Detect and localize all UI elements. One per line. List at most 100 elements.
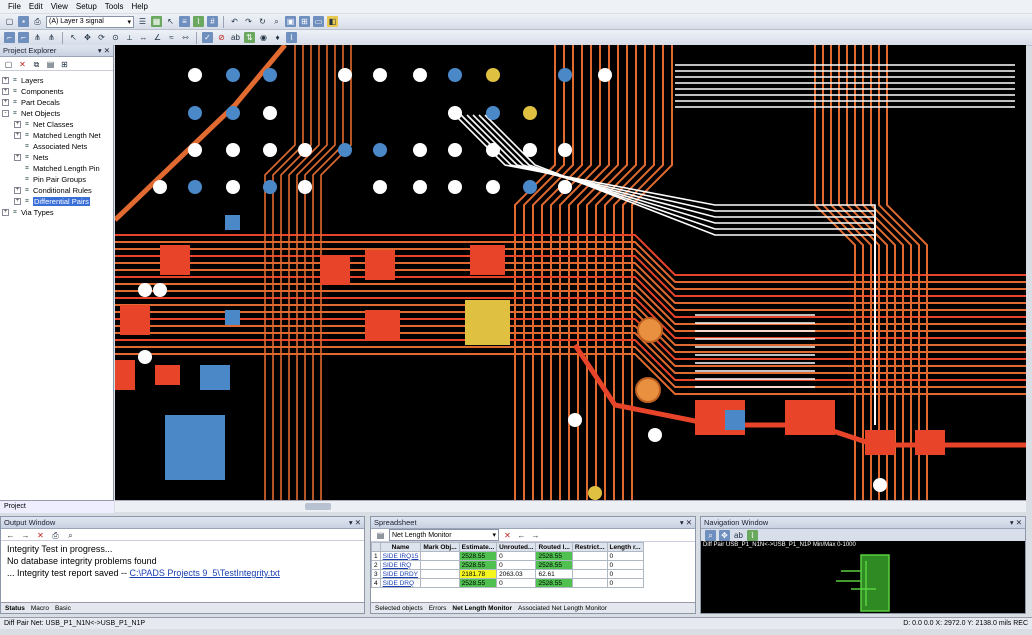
- window-icon[interactable]: ▭: [313, 16, 324, 27]
- expander-icon[interactable]: +: [14, 154, 21, 161]
- table-row[interactable]: 3 SIDE DRDY 2181.78 2063.03 62.61 0: [371, 569, 644, 579]
- column-header[interactable]: Routed l...: [535, 542, 573, 552]
- delete-icon[interactable]: ✕: [502, 530, 513, 541]
- menu-setup[interactable]: Setup: [76, 2, 97, 11]
- layer-pair-icon[interactable]: ⇅: [244, 32, 255, 43]
- column-header[interactable]: Unrouted...: [496, 542, 537, 552]
- palette-icon[interactable]: ◧: [327, 16, 338, 27]
- add-via-icon[interactable]: ⊙: [110, 32, 121, 43]
- view-extents-icon[interactable]: ⊞: [299, 16, 310, 27]
- column-header[interactable]: Restrict...: [571, 542, 608, 552]
- tree-item[interactable]: + ⌗ Layers: [2, 75, 111, 86]
- bus-route-icon[interactable]: ⋔: [32, 32, 43, 43]
- table-row[interactable]: 1 SIDE IRQ15 2528.55 0 2528.55 0: [371, 551, 644, 561]
- miter-icon[interactable]: ∠: [152, 32, 163, 43]
- view-board-icon[interactable]: ▣: [285, 16, 296, 27]
- tab-spreadsheet[interactable]: Net Length Monitor: [452, 605, 512, 612]
- tree-item[interactable]: + ⌗ Via Types: [2, 207, 111, 218]
- menu-view[interactable]: View: [51, 2, 68, 11]
- sheet-icon[interactable]: ▤: [375, 530, 386, 541]
- undo-icon[interactable]: ↶: [229, 16, 240, 27]
- table-cell[interactable]: [571, 560, 608, 570]
- tree-item[interactable]: ⌗ Matched Length Pin: [2, 163, 111, 174]
- tree-item[interactable]: + ⌗ Part Decals: [2, 97, 111, 108]
- column-header[interactable]: Name: [379, 542, 422, 552]
- delete-icon[interactable]: ✕: [17, 59, 28, 70]
- scroll-thumb[interactable]: [305, 503, 331, 510]
- refresh-icon[interactable]: ↻: [257, 16, 268, 27]
- tree-item[interactable]: + ⌗ Differential Pairs: [2, 196, 111, 207]
- zoom-icon[interactable]: ⌕: [705, 530, 716, 541]
- tab-project[interactable]: Project: [0, 500, 114, 513]
- tab-status[interactable]: Status: [5, 605, 25, 612]
- redo-icon[interactable]: ↷: [243, 16, 254, 27]
- close-icon[interactable]: ▾ ✕: [98, 46, 110, 55]
- tree-item[interactable]: + ⌗ Net Classes: [2, 119, 111, 130]
- print-icon[interactable]: ⎙: [32, 16, 43, 27]
- tree-item[interactable]: + ⌗ Matched Length Net: [2, 130, 111, 141]
- expander-icon[interactable]: +: [2, 88, 9, 95]
- column-header[interactable]: [371, 542, 381, 552]
- report-link[interactable]: C:\PADS Projects 9_5\TestIntegrity.txt: [130, 568, 280, 578]
- expander-icon[interactable]: +: [2, 99, 9, 106]
- table-cell[interactable]: [571, 569, 608, 579]
- length-icon[interactable]: ⇿: [180, 32, 191, 43]
- close-icon[interactable]: ▾ ✕: [349, 518, 361, 527]
- tab-spreadsheet[interactable]: Errors: [429, 605, 447, 612]
- tree-item[interactable]: + ⌗ Components: [2, 86, 111, 97]
- label-icon[interactable]: ab: [230, 32, 241, 43]
- grid-icon[interactable]: #: [207, 16, 218, 27]
- pcb-canvas[interactable]: [115, 45, 1026, 500]
- via-icon[interactable]: ◉: [258, 32, 269, 43]
- layers-icon[interactable]: ≡: [179, 16, 190, 27]
- expander-icon[interactable]: -: [2, 110, 9, 117]
- teardrop-icon[interactable]: ♦: [272, 32, 283, 43]
- tree-item[interactable]: + ⌗ Nets: [2, 152, 111, 163]
- menu-edit[interactable]: Edit: [29, 2, 43, 11]
- menu-file[interactable]: File: [8, 2, 21, 11]
- table-row[interactable]: 2 SIDE IRQ 2528.55 0 2528.55 0: [371, 560, 644, 570]
- monitor-select[interactable]: Net Length Monitor ▾: [389, 529, 499, 541]
- expander-icon[interactable]: +: [14, 198, 21, 205]
- forward-icon[interactable]: →: [20, 530, 31, 541]
- tree-item[interactable]: - ⌗ Net Objects: [2, 108, 111, 119]
- copy-icon[interactable]: ⧉: [31, 59, 42, 70]
- tab-macro[interactable]: Macro: [31, 605, 49, 612]
- table-cell[interactable]: [571, 578, 608, 588]
- tab-spreadsheet[interactable]: Associated Net Length Monitor: [518, 605, 607, 612]
- tab-spreadsheet[interactable]: Selected objects: [375, 605, 423, 612]
- menu-help[interactable]: Help: [131, 2, 147, 11]
- zoom-icon[interactable]: ⌕: [271, 16, 282, 27]
- tab-basic[interactable]: Basic: [55, 605, 71, 612]
- column-header[interactable]: Mark Obj...: [420, 542, 460, 552]
- sketch-route-icon[interactable]: ⋔: [46, 32, 57, 43]
- save-icon[interactable]: ▪: [18, 16, 29, 27]
- back-icon[interactable]: ←: [516, 530, 527, 541]
- tree-item[interactable]: ⌗ Pin Pair Groups: [2, 174, 111, 185]
- pointer-icon[interactable]: ↖: [165, 16, 176, 27]
- move-icon[interactable]: ✥: [82, 32, 93, 43]
- column-header[interactable]: Length r...: [606, 542, 644, 552]
- label-icon[interactable]: ab: [733, 530, 744, 541]
- tune-icon[interactable]: ≈: [166, 32, 177, 43]
- tree-item[interactable]: + ⌗ Conditional Rules: [2, 185, 111, 196]
- route-icon[interactable]: ⌇: [747, 530, 758, 541]
- pan-icon[interactable]: ✥: [719, 530, 730, 541]
- table-cell[interactable]: [420, 569, 460, 579]
- layer-select[interactable]: (A) Layer 3 signal ▾: [46, 15, 134, 28]
- verify-icon[interactable]: ✓: [202, 32, 213, 43]
- add-route-icon[interactable]: ⌐: [4, 32, 15, 43]
- properties-icon[interactable]: ☰: [137, 16, 148, 27]
- expander-icon[interactable]: +: [2, 209, 9, 216]
- expander-icon[interactable]: +: [14, 187, 21, 194]
- find-icon[interactable]: ⌕: [65, 530, 76, 541]
- table-cell[interactable]: [571, 551, 608, 561]
- select-icon[interactable]: ↖: [68, 32, 79, 43]
- expander-icon[interactable]: +: [2, 77, 9, 84]
- stop-icon[interactable]: ✕: [35, 530, 46, 541]
- rotate-icon[interactable]: ⟳: [96, 32, 107, 43]
- table-cell[interactable]: [420, 560, 460, 570]
- forward-icon[interactable]: →: [530, 530, 541, 541]
- net-icon[interactable]: ⌇: [286, 32, 297, 43]
- expand-icon[interactable]: ⊞: [59, 59, 70, 70]
